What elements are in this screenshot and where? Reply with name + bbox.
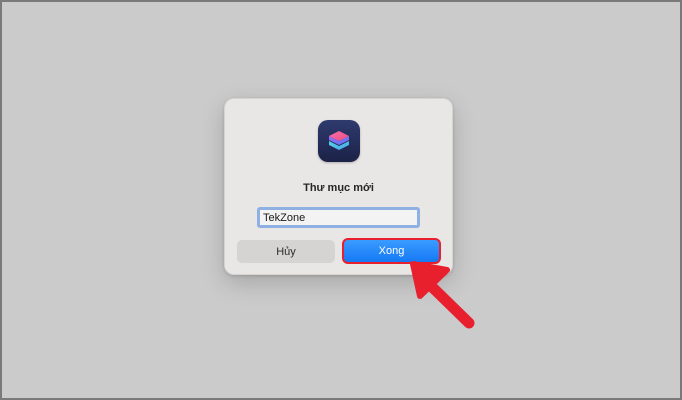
dialog-title: Thư mục mới <box>303 182 374 194</box>
new-folder-dialog: Thư mục mới Hủy Xong <box>224 98 453 275</box>
pointer-arrow-icon <box>410 261 475 329</box>
folder-name-input[interactable] <box>257 207 420 228</box>
desktop-background: Thư mục mới Hủy Xong <box>0 0 682 400</box>
cancel-button[interactable]: Hủy <box>237 240 335 263</box>
shortcuts-app-icon <box>318 120 360 162</box>
